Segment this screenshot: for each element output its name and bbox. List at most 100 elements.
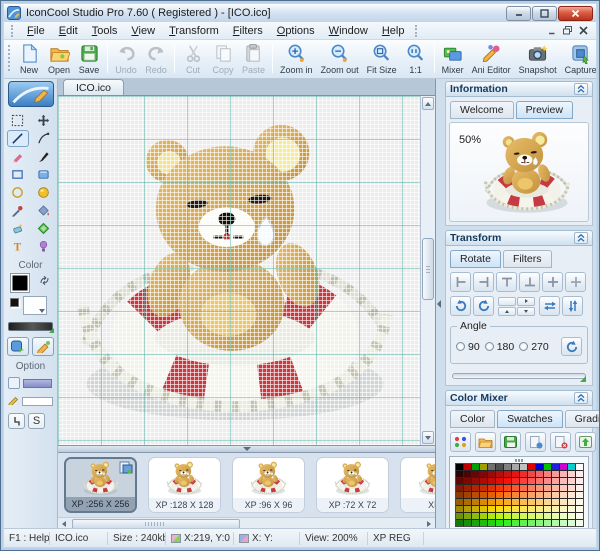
swatch-cell[interactable] — [464, 513, 471, 519]
swatch-cell[interactable] — [536, 506, 543, 512]
line-tool[interactable] — [7, 130, 29, 147]
swatch-cell[interactable] — [536, 485, 543, 491]
tab-rotate[interactable]: Rotate — [450, 250, 501, 268]
add-swatch-button[interactable] — [525, 432, 546, 452]
swatch-cell[interactable] — [488, 464, 495, 470]
fill-tool[interactable] — [33, 202, 55, 219]
swatch-cell[interactable] — [576, 471, 583, 477]
swatch-cell[interactable] — [552, 478, 559, 484]
swatch-cell[interactable] — [488, 513, 495, 519]
swatch-cell[interactable] — [504, 506, 511, 512]
toolbar-button-open[interactable]: Open — [44, 41, 74, 75]
swatch-cell[interactable] — [464, 506, 471, 512]
open-palette-button[interactable] — [475, 432, 496, 452]
close-button[interactable] — [558, 6, 593, 21]
swatch-cell[interactable] — [456, 485, 463, 491]
document-tab[interactable]: ICO.ico — [63, 79, 124, 95]
swatch-cell[interactable] — [464, 478, 471, 484]
mdi-close-button[interactable] — [579, 26, 588, 35]
scroll-down-button[interactable] — [422, 431, 434, 444]
swatch-cell[interactable] — [504, 492, 511, 498]
swatch-cell[interactable] — [512, 520, 519, 526]
flip-vertical-button[interactable] — [562, 296, 583, 316]
collapse-transform-button[interactable] — [574, 232, 588, 244]
swatch-cell[interactable] — [480, 485, 487, 491]
swatch-cell[interactable] — [576, 513, 583, 519]
swatch-cell[interactable] — [456, 492, 463, 498]
maximize-button[interactable] — [532, 6, 557, 21]
swatch-cell[interactable] — [528, 478, 535, 484]
swatch-cell[interactable] — [456, 499, 463, 505]
swatch-cell[interactable] — [552, 471, 559, 477]
swatch-cell[interactable] — [504, 471, 511, 477]
option-style-button[interactable] — [23, 379, 52, 388]
tab-color[interactable]: Color — [450, 410, 495, 428]
brush-tool[interactable] — [33, 148, 55, 165]
swatch-cell[interactable] — [528, 506, 535, 512]
swatch-cell[interactable] — [560, 520, 567, 526]
angle-270-radio[interactable]: 270 — [519, 341, 549, 353]
rectangle-tool[interactable] — [7, 166, 29, 183]
swatch-cell[interactable] — [536, 520, 543, 526]
filmstrip-item[interactable]: XP :96 X 96 — [232, 457, 305, 513]
swatch-cell[interactable] — [520, 506, 527, 512]
angle-90-radio[interactable]: 90 — [456, 341, 480, 353]
swatch-cell[interactable] — [576, 499, 583, 505]
swatch-cell[interactable] — [472, 520, 479, 526]
menu-item-file[interactable]: File — [20, 23, 52, 39]
swatch-cell[interactable] — [568, 464, 575, 470]
swatch-cell[interactable] — [536, 471, 543, 477]
swatch-cell[interactable] — [528, 513, 535, 519]
swatch-cell[interactable] — [560, 478, 567, 484]
swatch-cell[interactable] — [568, 520, 575, 526]
swatch-cell[interactable] — [568, 471, 575, 477]
swatch-cell[interactable] — [472, 478, 479, 484]
palette-button[interactable] — [7, 337, 29, 356]
swatch-cell[interactable] — [544, 499, 551, 505]
ellipse-tool[interactable] — [7, 184, 29, 201]
swatch-cell[interactable] — [504, 464, 511, 470]
swatch-cell[interactable] — [504, 513, 511, 519]
swatch-cell[interactable] — [456, 478, 463, 484]
swatch-cell[interactable] — [528, 485, 535, 491]
swatch-cell[interactable] — [480, 478, 487, 484]
swatch-cell[interactable] — [456, 513, 463, 519]
default-colors-icon[interactable] — [10, 298, 19, 307]
option-shape-button[interactable] — [8, 377, 20, 389]
toolbar-button-copy[interactable]: Copy — [208, 41, 238, 75]
filmstrip-splitter[interactable] — [58, 445, 435, 453]
collapse-color-mixer-button[interactable] — [574, 392, 588, 404]
swatch-cell[interactable] — [552, 485, 559, 491]
swatch-cell[interactable] — [456, 464, 463, 470]
swatch-cell[interactable] — [568, 485, 575, 491]
tab-swatches[interactable]: Swatches — [497, 410, 563, 428]
swatch-cell[interactable] — [568, 478, 575, 484]
swatch-cell[interactable] — [504, 485, 511, 491]
swatch-cell[interactable] — [576, 464, 583, 470]
foreground-color-swatch[interactable] — [10, 273, 30, 293]
swatch-cell[interactable] — [456, 520, 463, 526]
swatch-cell[interactable] — [520, 471, 527, 477]
transform-slider[interactable] — [452, 373, 586, 379]
toolbar-button-undo[interactable]: Undo — [111, 41, 141, 75]
swatch-cell[interactable] — [520, 485, 527, 491]
swatch-cell[interactable] — [576, 485, 583, 491]
swatch-cell[interactable] — [576, 478, 583, 484]
filmstrip-item[interactable]: XP : — [400, 457, 435, 513]
move-tool[interactable] — [33, 112, 55, 129]
swatch-cell[interactable] — [480, 464, 487, 470]
align-right-button[interactable] — [473, 272, 494, 292]
smooth-option-button[interactable]: S — [28, 413, 45, 429]
swatch-cell[interactable] — [536, 492, 543, 498]
menu-item-filters[interactable]: Filters — [226, 23, 270, 39]
spray-tool[interactable] — [33, 238, 55, 255]
swatch-cell[interactable] — [464, 464, 471, 470]
swatch-cell[interactable] — [560, 506, 567, 512]
swatch-cell[interactable] — [544, 485, 551, 491]
menu-item-tools[interactable]: Tools — [85, 23, 125, 39]
swatch-cell[interactable] — [464, 499, 471, 505]
nudge-right-button[interactable] — [517, 297, 535, 306]
toolbar-button-save[interactable]: Save — [74, 41, 104, 75]
swatch-cell[interactable] — [464, 471, 471, 477]
swatch-cell[interactable] — [552, 506, 559, 512]
